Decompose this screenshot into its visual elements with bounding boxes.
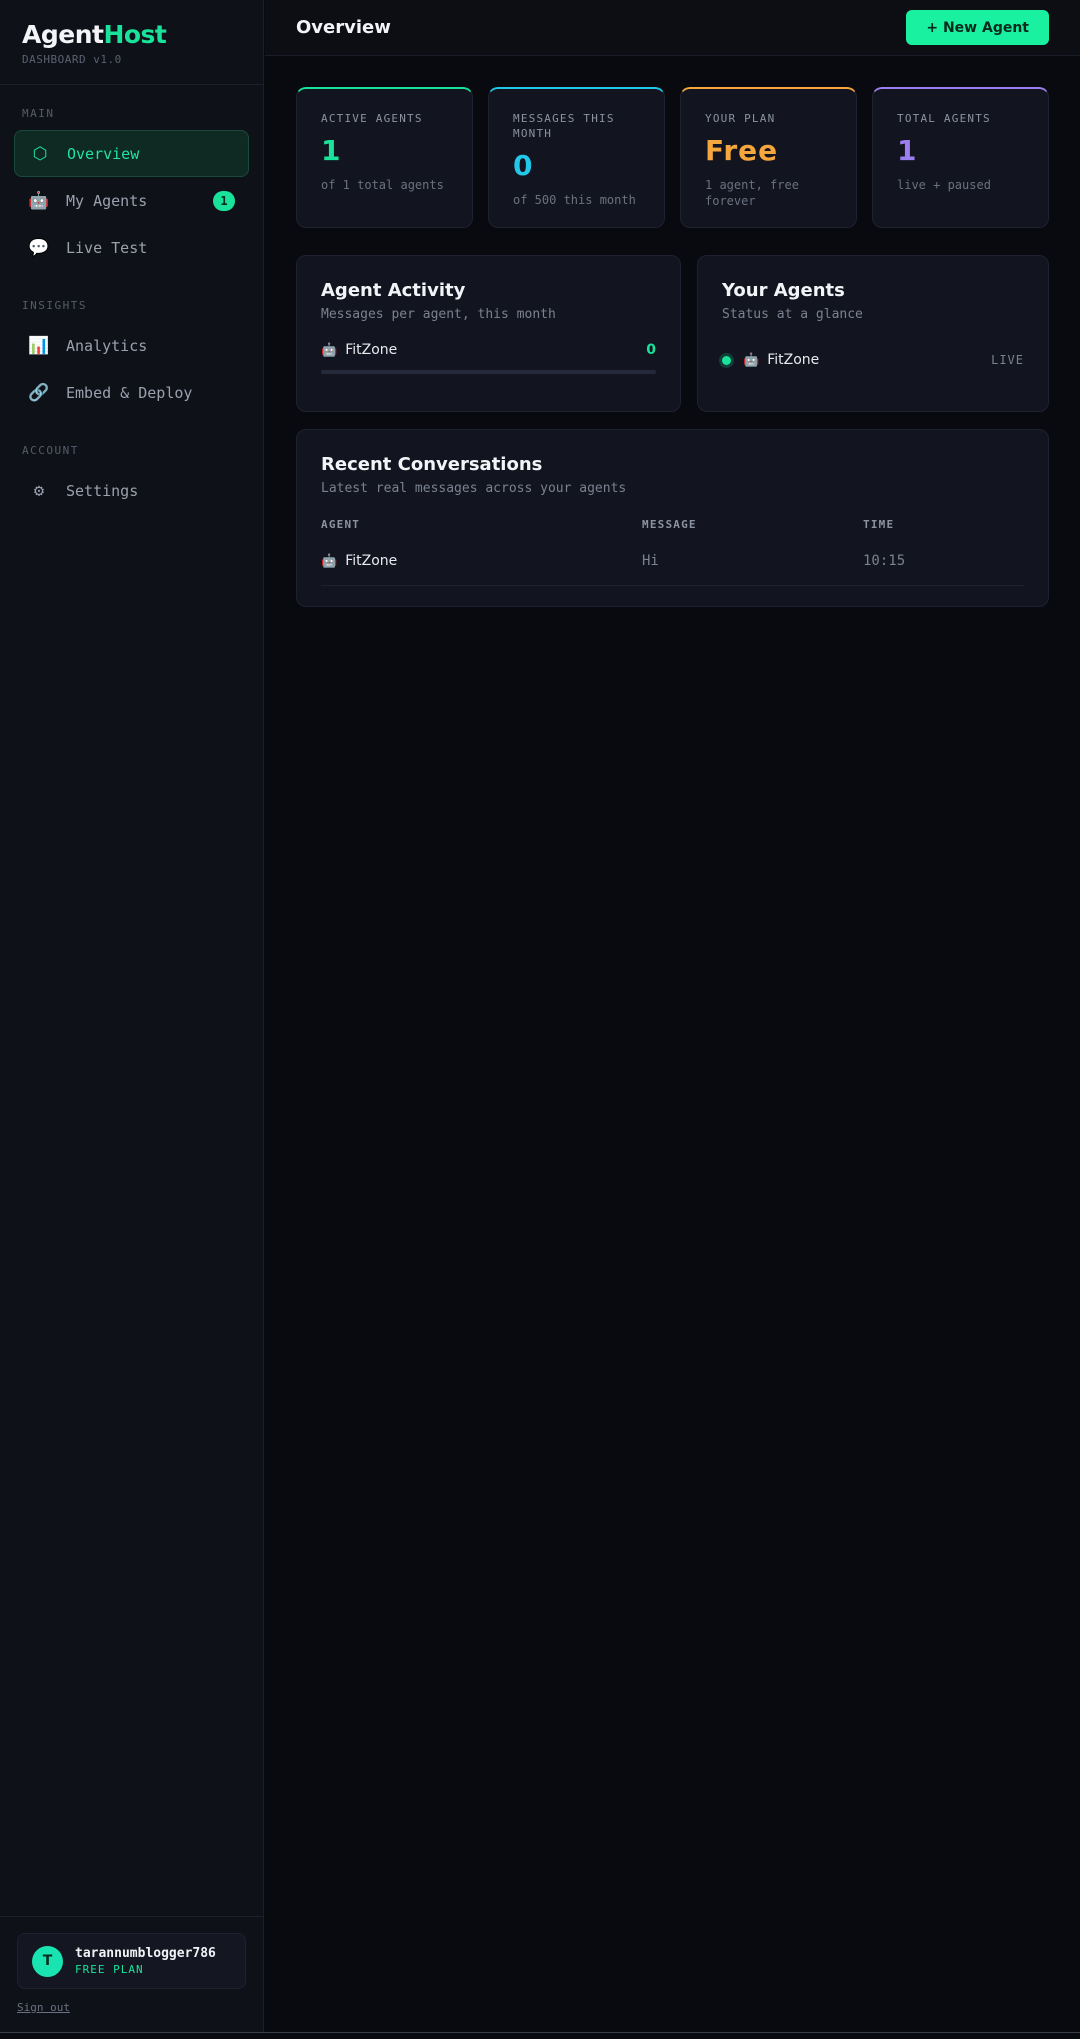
activity-bar-track — [321, 370, 656, 374]
live-status-dot — [722, 355, 731, 365]
sidebar: AgentHost DASHBOARD v1.0 MAIN ⬡ Overview… — [0, 0, 264, 2032]
sidebar-item-label: Live Test — [66, 238, 148, 257]
gear-icon: ⚙ — [33, 480, 45, 501]
agents-count-badge: 1 — [213, 191, 235, 211]
link-icon: 🔗 — [28, 382, 50, 403]
nav-section-insights: INSIGHTS 📊 Analytics 🔗 Embed & Deploy — [0, 299, 263, 416]
user-card[interactable]: T tarannumblogger786 FREE PLAN — [17, 1933, 246, 1989]
panel-subtitle: Latest real messages across your agents — [321, 481, 627, 496]
stat-label: TOTAL AGENTS — [897, 112, 991, 125]
stat-card-plan: YOUR PLAN Free 1 agent, free forever — [680, 87, 857, 228]
sidebar-item-settings[interactable]: ⚙ Settings — [14, 467, 249, 514]
brand-name-part1: Agent — [22, 20, 104, 49]
chat-bubble-icon: 💬 — [28, 237, 50, 258]
user-name: tarannumblogger786 — [75, 1946, 216, 1961]
stat-value: Free — [705, 134, 779, 167]
row-time: 10:15 — [863, 553, 906, 569]
column-header-agent: AGENT — [321, 518, 361, 531]
sidebar-item-label: Settings — [66, 481, 139, 500]
sign-out-link[interactable]: Sign out — [17, 2001, 70, 2014]
your-agents-panel: Your Agents Status at a glance 🤖 FitZone… — [697, 255, 1049, 412]
nav-section-main: MAIN ⬡ Overview 🤖 My Agents 1 💬 Live Tes… — [0, 107, 263, 271]
stat-subtext: live + paused — [897, 178, 991, 192]
sidebar-item-label: My Agents — [66, 191, 148, 210]
row-message: Hi — [642, 553, 659, 569]
stat-card-active-agents: ACTIVE AGENTS 1 of 1 total agents — [296, 87, 473, 228]
stat-subtext: 1 agent, free forever — [705, 178, 799, 208]
recent-conversations-panel: Recent Conversations Latest real message… — [296, 429, 1049, 607]
agent-activity-panel: Agent Activity Messages per agent, this … — [296, 255, 681, 412]
stat-label: MESSAGES THIS MONTH — [513, 112, 615, 140]
bar-chart-icon: 📊 — [28, 335, 50, 356]
section-label-main: MAIN — [22, 107, 55, 120]
stat-label: ACTIVE AGENTS — [321, 112, 423, 125]
agent-name: FitZone — [767, 352, 820, 368]
brand: AgentHost DASHBOARD v1.0 — [0, 0, 263, 85]
sidebar-item-embed-deploy[interactable]: 🔗 Embed & Deploy — [14, 369, 249, 416]
stat-subtext: of 1 total agents — [321, 178, 444, 192]
column-header-message: MESSAGE — [642, 518, 697, 531]
hexagon-icon: ⬡ — [32, 143, 48, 164]
panel-subtitle: Messages per agent, this month — [321, 307, 556, 322]
brand-subtitle: DASHBOARD v1.0 — [22, 53, 122, 66]
avatar: T — [32, 1945, 63, 1977]
stat-subtext: of 500 this month — [513, 193, 636, 207]
sidebar-item-label: Analytics — [66, 336, 148, 355]
sidebar-item-live-test[interactable]: 💬 Live Test — [14, 224, 249, 271]
panel-title: Agent Activity — [321, 280, 466, 301]
row-agent: FitZone — [345, 553, 398, 569]
panel-title: Recent Conversations — [321, 454, 543, 475]
agent-status-row[interactable]: 🤖 FitZone LIVE — [722, 352, 1024, 368]
section-label-account: ACCOUNT — [22, 444, 79, 457]
page-title: Overview — [296, 17, 391, 38]
section-label-insights: INSIGHTS — [22, 299, 87, 312]
topbar: Overview + New Agent — [265, 0, 1080, 56]
robot-icon: 🤖 — [743, 352, 760, 368]
robot-icon: 🤖 — [28, 190, 50, 211]
nav-section-account: ACCOUNT ⚙ Settings — [0, 444, 263, 514]
user-area: T tarannumblogger786 FREE PLAN Sign out — [0, 1916, 263, 2032]
sidebar-item-label: Overview — [67, 144, 140, 163]
bottom-divider — [0, 2032, 1080, 2033]
brand-name-part2: Host — [103, 20, 167, 49]
stat-label: YOUR PLAN — [705, 112, 776, 125]
brand-logo[interactable]: AgentHost — [22, 20, 241, 49]
stat-card-messages: MESSAGES THIS MONTH 0 of 500 this month — [488, 87, 665, 228]
new-agent-button[interactable]: + New Agent — [906, 10, 1049, 45]
activity-row: 🤖 FitZone 0 — [321, 342, 656, 374]
stat-value: 1 — [321, 134, 342, 167]
agent-message-count: 0 — [646, 342, 656, 358]
sidebar-item-label: Embed & Deploy — [66, 383, 193, 402]
sidebar-item-my-agents[interactable]: 🤖 My Agents 1 — [14, 177, 249, 224]
panel-subtitle: Status at a glance — [722, 307, 863, 322]
sidebar-item-analytics[interactable]: 📊 Analytics — [14, 322, 249, 369]
stat-value: 1 — [897, 134, 918, 167]
robot-icon: 🤖 — [321, 342, 338, 358]
panel-title: Your Agents — [722, 280, 845, 301]
column-header-time: TIME — [863, 518, 895, 531]
robot-icon: 🤖 — [321, 553, 338, 569]
status-badge: LIVE — [991, 353, 1024, 367]
sidebar-item-overview[interactable]: ⬡ Overview — [14, 130, 249, 177]
stat-value: 0 — [513, 149, 534, 182]
agent-name: FitZone — [345, 342, 398, 358]
user-plan: FREE PLAN — [75, 1963, 144, 1976]
row-divider — [321, 585, 1024, 586]
stat-card-total-agents: TOTAL AGENTS 1 live + paused — [872, 87, 1049, 228]
